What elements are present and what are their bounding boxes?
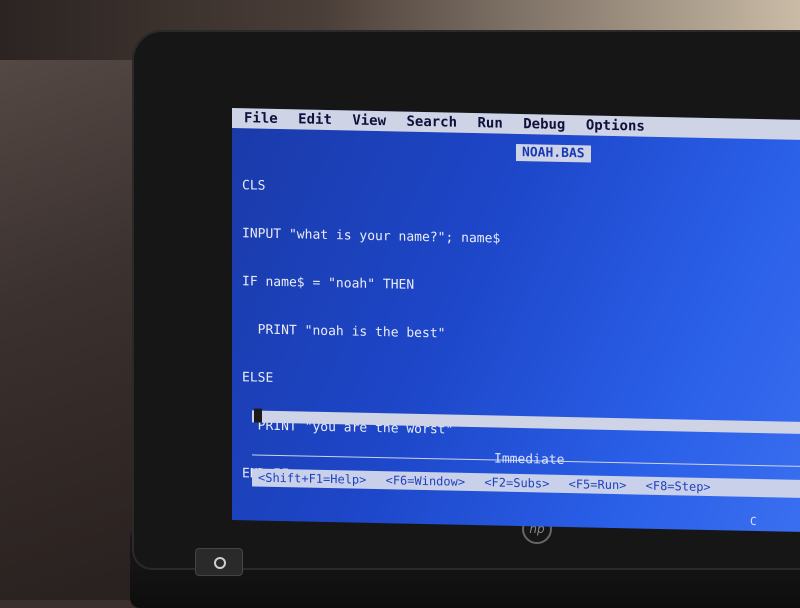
immediate-window-title: Immediate xyxy=(494,451,565,468)
text-cursor-icon xyxy=(254,408,262,423)
code-line[interactable]: ELSE xyxy=(242,370,782,397)
menu-search[interactable]: Search xyxy=(406,114,457,131)
menu-view[interactable]: View xyxy=(352,113,386,130)
status-window[interactable]: <F6=Window> xyxy=(386,473,465,489)
menu-file[interactable]: File xyxy=(244,110,278,127)
status-step[interactable]: <F8=Step> xyxy=(646,479,711,494)
menu-options[interactable]: Options xyxy=(586,117,645,134)
status-help[interactable]: <Shift+F1=Help> xyxy=(258,471,366,487)
menu-debug[interactable]: Debug xyxy=(523,116,565,133)
status-subs[interactable]: <F2=Subs> xyxy=(484,475,549,490)
code-line[interactable]: IF name$ = "noah" THEN xyxy=(242,274,782,301)
code-editor[interactable]: CLS INPUT "what is your name?"; name$ IF… xyxy=(242,146,782,525)
status-run[interactable]: <F5=Run> xyxy=(569,477,627,492)
status-indicator: C xyxy=(750,514,757,528)
menu-run[interactable]: Run xyxy=(477,115,502,132)
code-line[interactable]: CLS xyxy=(242,178,782,205)
code-line[interactable]: PRINT "noah is the best" xyxy=(242,322,782,349)
code-line[interactable]: INPUT "what is your name?"; name$ xyxy=(242,226,782,253)
power-button-icon[interactable] xyxy=(195,548,243,576)
qbasic-screen: File Edit View Search Run Debug Options … xyxy=(232,108,800,532)
menu-edit[interactable]: Edit xyxy=(298,111,332,128)
